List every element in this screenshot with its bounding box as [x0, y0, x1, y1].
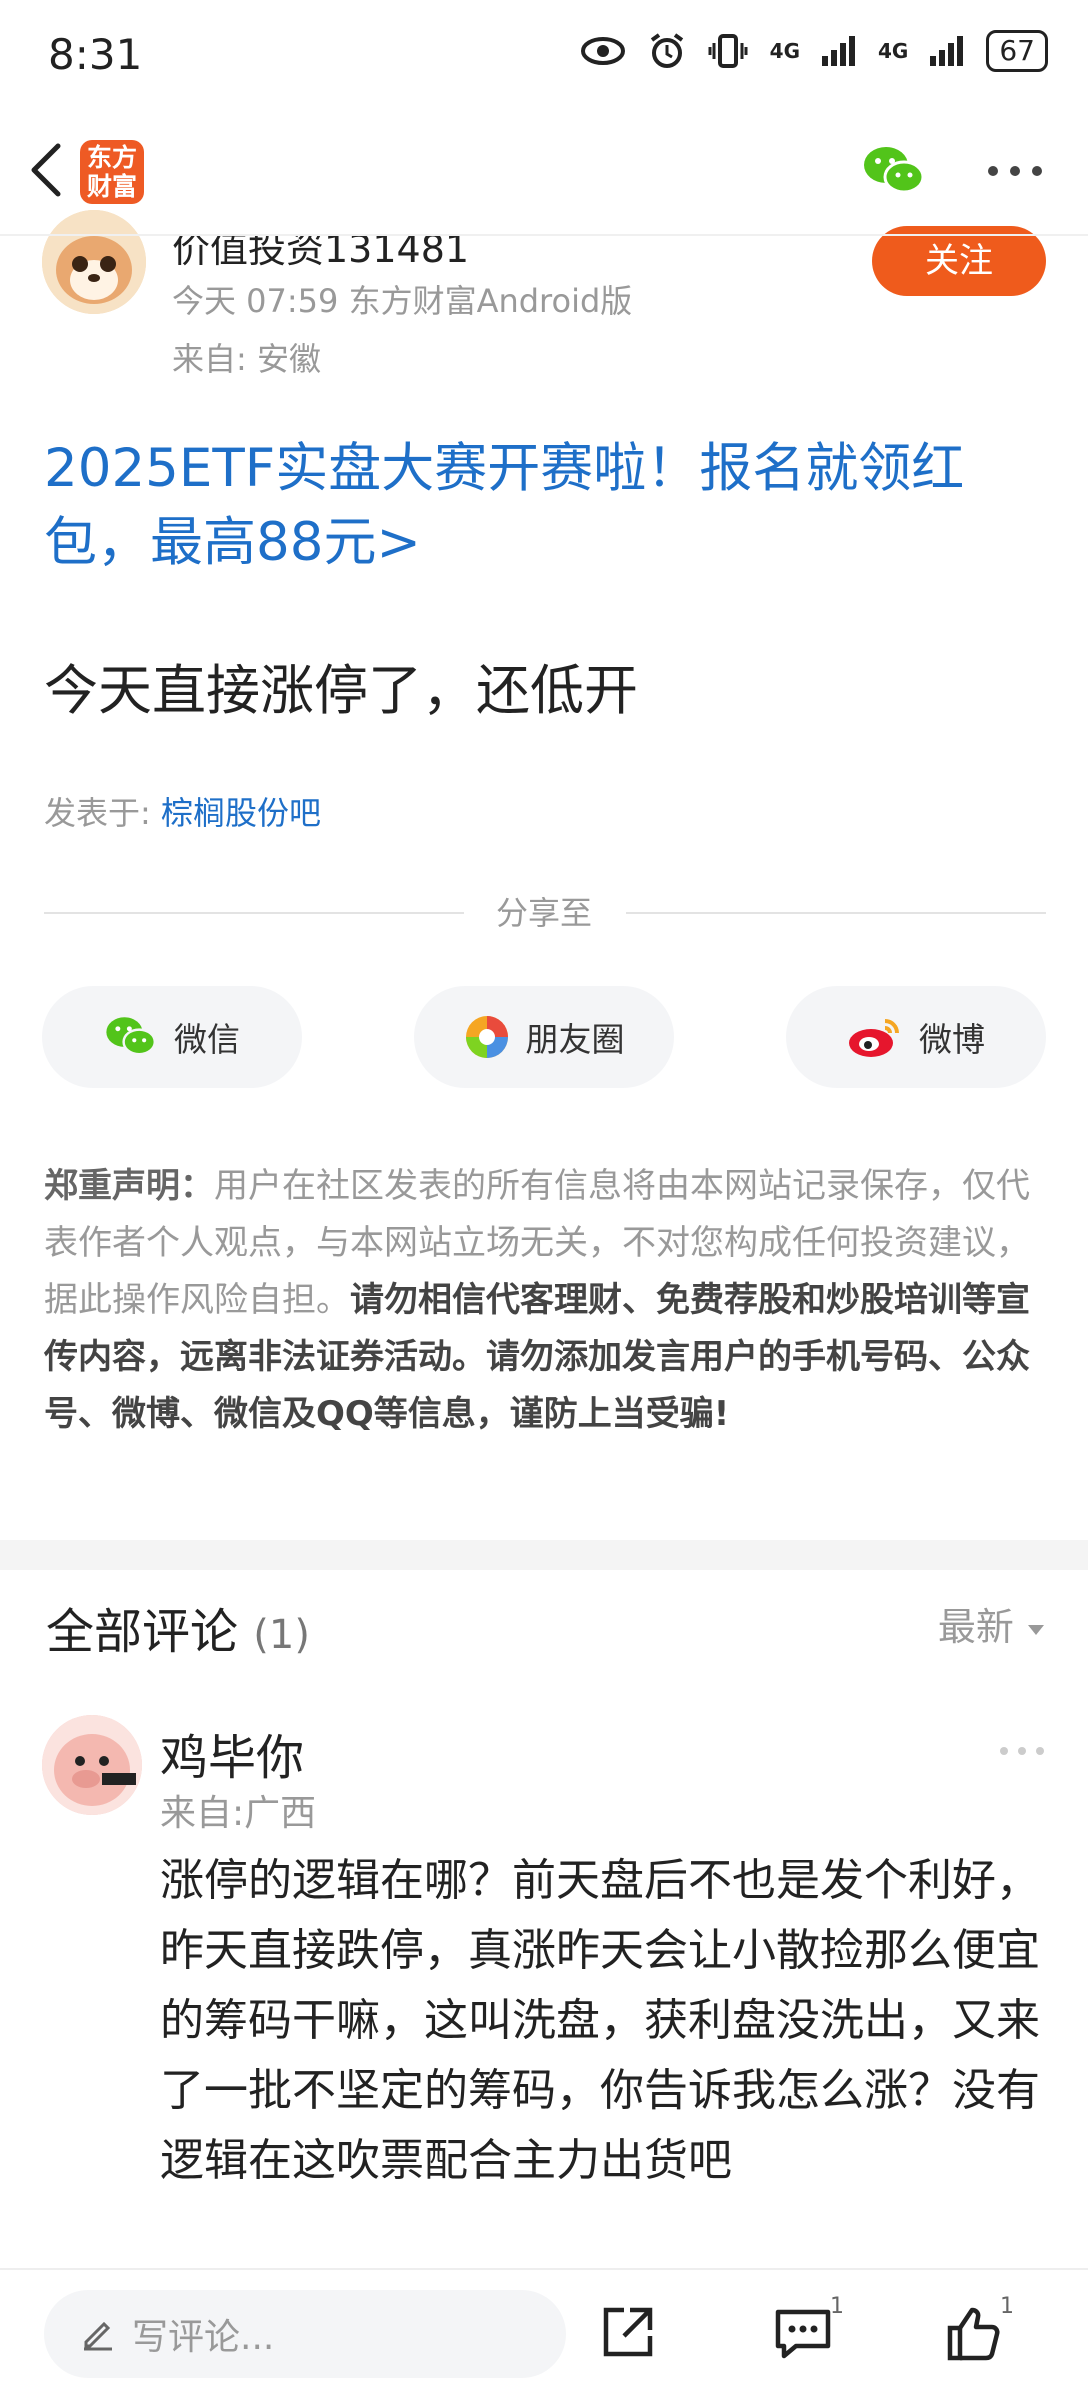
follow-button[interactable]: 关注 — [872, 226, 1046, 296]
author-avatar[interactable] — [42, 210, 146, 314]
author-name[interactable]: 价值投资131481 — [172, 236, 469, 273]
comment-count-button[interactable]: 1 — [770, 2294, 844, 2370]
like-badge: 1 — [1000, 2294, 1014, 2319]
section-divider — [0, 1540, 1088, 1570]
topbar-divider — [0, 234, 1088, 236]
caret-down-icon — [1028, 1624, 1044, 1635]
status-icons: 4G 4G 67 — [580, 30, 1048, 72]
post-body: 今天直接涨停了，还低开 — [44, 659, 638, 722]
signal-icon-1 — [822, 36, 856, 66]
weibo-icon — [849, 1019, 899, 1057]
comment-input-placeholder: 写评论... — [132, 2317, 275, 2358]
board-link[interactable]: 棕榈股份吧 — [161, 794, 321, 832]
comment-text: 涨停的逻辑在哪？前天盘后不也是发个利好，昨天直接跌停，真涨昨天会让小散捡那么便宜… — [160, 1855, 1040, 2186]
logo-line1: 东方 — [86, 143, 137, 172]
disclaimer: 郑重声明：用户在社区发表的所有信息将由本网站记录保存，仅代表作者个人观点，与本网… — [44, 1158, 1049, 1443]
signal-icon-2 — [930, 36, 964, 66]
app-logo: 东方 财富 — [80, 140, 144, 204]
comment-location: 来自:广西 — [160, 1793, 317, 1834]
comment-icon — [775, 2309, 831, 2359]
signal-label-2: 4G — [878, 39, 909, 63]
post-meta: 今天 07:59 东方财富Android版 — [172, 282, 633, 320]
moments-icon — [465, 1016, 508, 1058]
wechat-share-icon[interactable] — [862, 143, 926, 199]
share-weibo-label: 微博 — [919, 1020, 985, 1059]
posted-in-label: 发表于: — [44, 794, 161, 832]
pencil-icon — [84, 2321, 112, 2351]
comment-badge: 1 — [830, 2294, 844, 2319]
disclaimer-head: 郑重声明： — [44, 1166, 214, 1206]
vibrate-icon — [708, 34, 748, 68]
comment-avatar[interactable] — [42, 1715, 142, 1815]
share-title: 分享至 — [495, 894, 592, 932]
status-time: 8:31 — [48, 30, 143, 79]
promo-link[interactable]: 2025ETF实盘大赛开赛啦！报名就领红包，最高88元> — [44, 432, 1054, 580]
share-wechat-button[interactable]: 微信 — [42, 986, 302, 1088]
comment-more-icon[interactable] — [998, 1744, 1046, 1758]
share-weibo-button[interactable]: 微博 — [786, 986, 1046, 1088]
eye-icon — [580, 37, 625, 65]
comment-author-name[interactable]: 鸡毕你 — [160, 1718, 304, 1788]
thumbs-up-icon — [947, 2307, 1000, 2361]
signal-label-1: 4G — [769, 39, 801, 63]
more-options-icon[interactable] — [985, 158, 1045, 184]
share-wechat-label: 微信 — [174, 1020, 240, 1059]
share-out-icon[interactable] — [594, 2300, 660, 2366]
back-arrow-icon[interactable] — [22, 140, 72, 200]
sort-label: 最新 — [937, 1605, 1014, 1649]
comment-input[interactable]: 写评论... — [44, 2290, 566, 2378]
post-location: 来自: 安徽 — [172, 340, 321, 378]
share-moments-button[interactable]: 朋友圈 — [414, 986, 674, 1088]
comments-count: (1) — [253, 1612, 310, 1658]
alarm-icon — [650, 33, 683, 68]
wechat-icon — [106, 1017, 157, 1056]
like-button[interactable]: 1 — [942, 2294, 1014, 2370]
comments-title: 全部评论 — [46, 1604, 239, 1660]
posted-in: 发表于: 棕榈股份吧 — [44, 788, 321, 834]
share-moments-label: 朋友圈 — [525, 1020, 625, 1059]
sort-dropdown[interactable]: 最新 — [938, 1596, 1046, 1651]
comments-header: 全部评论 (1) — [46, 1592, 310, 1662]
logo-line2: 财富 — [86, 172, 137, 201]
battery-indicator: 67 — [986, 30, 1048, 72]
